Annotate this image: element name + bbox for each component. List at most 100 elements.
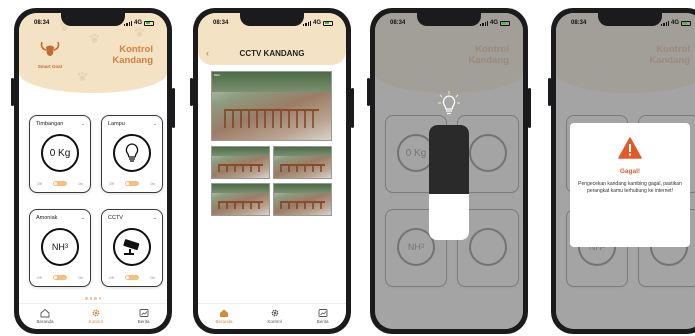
nav-berita[interactable]: Berita — [138, 308, 150, 324]
cctv-feed-main[interactable]: REC — [211, 71, 332, 141]
phone-error-screen: 08:34 4G Kontrol Kandang 0 Kg NH3 — [548, 8, 695, 334]
battery-icon — [500, 20, 510, 26]
news-icon — [318, 308, 328, 317]
power-toggle[interactable] — [124, 275, 139, 280]
phone-control-screen: 08:34 4G Smart Goat Kontrol Kandang Timb… — [11, 8, 175, 334]
on-label: On — [78, 275, 83, 280]
dialog-title: Gagal! — [619, 168, 641, 175]
paw-decor-icon — [134, 27, 145, 37]
on-label: On — [150, 275, 155, 280]
power-toggle[interactable] — [52, 181, 67, 186]
page-title-line1: Kontrol — [119, 44, 153, 55]
signal-icon — [124, 20, 132, 26]
screen: 08:34 4G ‹ CCTV KANDANG REC Beranda Kont… — [198, 13, 346, 329]
brightness-slider[interactable] — [429, 125, 469, 240]
card-lampu[interactable]: Lampu ⌄ Off On — [101, 115, 163, 193]
gear-icon — [92, 309, 100, 316]
dialog-message: Pengecekan kandang kambing gagal, pastik… — [578, 181, 682, 194]
cctv-camera-icon — [123, 239, 140, 255]
nav-beranda[interactable]: Beranda — [215, 308, 233, 324]
status-bar: 08:34 4G — [556, 18, 695, 28]
paw-decor-icon — [77, 71, 88, 81]
cctv-feed-thumb[interactable] — [273, 146, 332, 179]
nav-label: Beranda — [215, 318, 233, 324]
card-label: CCTV — [108, 215, 123, 221]
nav-label: Kontrol — [88, 318, 103, 324]
battery-icon — [323, 20, 333, 26]
card-label: Amoniak — [36, 215, 58, 221]
status-time: 08:34 — [390, 20, 406, 26]
signal-icon — [661, 20, 669, 26]
goat-logo-icon — [40, 41, 60, 56]
phone-lamp-slider-screen: 08:34 4G Kontrol Kandang 0 Kg NH3 — [367, 8, 531, 334]
battery-icon — [144, 20, 154, 26]
nav-kontrol[interactable]: Kontrol — [88, 308, 103, 324]
status-bar: 08:34 4G — [198, 18, 346, 28]
card-amoniak[interactable]: Amoniak ⌄ NH 3 Off On — [29, 209, 91, 287]
network-label: 4G — [312, 20, 321, 26]
logo-text: Smart Goat — [37, 64, 63, 69]
app-logo: Smart Goat — [33, 39, 67, 69]
chevron-down-icon[interactable]: ⌄ — [81, 121, 85, 127]
network-label: 4G — [133, 20, 142, 26]
screen: 08:34 4G Kontrol Kandang 0 Kg NH3 — [375, 13, 523, 329]
card-label: Timbangan — [36, 121, 64, 127]
page-title: Kontrol Kandang — [112, 44, 153, 66]
nav-beranda[interactable]: Beranda — [36, 308, 54, 324]
nav-label: Beranda — [36, 318, 54, 324]
ammonia-readout: NH3 — [41, 228, 79, 266]
card-cctv[interactable]: CCTV ⌄ Off On — [101, 209, 163, 287]
paw-decor-icon — [89, 33, 100, 43]
chevron-down-icon[interactable]: ⌄ — [153, 121, 157, 127]
cctv-feed-thumb[interactable] — [211, 183, 270, 216]
status-time: 08:34 — [213, 20, 229, 26]
nav-label: Kontrol — [267, 318, 282, 324]
weight-readout: 0 Kg — [41, 134, 79, 172]
bottom-nav: Beranda Kontrol Berita — [19, 303, 167, 329]
signal-icon — [303, 20, 311, 26]
home-icon — [40, 308, 50, 317]
page-title-line2: Kandang — [112, 55, 153, 66]
rec-label: REC — [214, 73, 221, 77]
cctv-feed-thumb[interactable] — [211, 146, 270, 179]
bottom-nav: Beranda Kontrol Berita — [198, 303, 346, 329]
warning-icon — [618, 137, 642, 159]
status-bar: 08:34 4G — [19, 18, 167, 28]
page-title: CCTV KANDANG — [239, 49, 305, 58]
on-label: On — [150, 181, 155, 186]
status-time: 08:34 — [571, 20, 587, 26]
lamp-dial — [113, 134, 151, 172]
network-label: 4G — [489, 20, 498, 26]
lightbulb-icon — [125, 143, 139, 162]
card-timbangan[interactable]: Timbangan ⌄ 0 Kg Off On — [29, 115, 91, 193]
status-time: 08:34 — [34, 20, 50, 26]
battery-icon — [681, 20, 691, 26]
chevron-down-icon[interactable]: ⌄ — [153, 215, 157, 221]
on-label: On — [78, 181, 83, 186]
nav-label: Berita — [137, 318, 150, 324]
power-toggle[interactable] — [52, 275, 67, 280]
nav-berita[interactable]: Berita — [317, 308, 329, 324]
gear-icon — [271, 309, 279, 316]
cctv-dial — [113, 228, 151, 266]
page-indicator — [19, 297, 167, 300]
chevron-down-icon[interactable]: ⌄ — [81, 215, 85, 221]
power-toggle[interactable] — [124, 181, 139, 186]
error-dialog: Gagal! Pengecekan kandang kambing gagal,… — [570, 123, 690, 247]
screen: 08:34 4G Kontrol Kandang 0 Kg NH3 — [556, 13, 695, 329]
cctv-feed-thumb[interactable] — [273, 183, 332, 216]
off-label: Off — [37, 181, 42, 186]
off-label: Off — [37, 275, 42, 280]
news-icon — [139, 308, 149, 317]
signal-icon — [480, 20, 488, 26]
home-icon — [219, 309, 228, 317]
off-label: Off — [109, 275, 114, 280]
nav-label: Berita — [316, 318, 329, 324]
off-label: Off — [109, 181, 114, 186]
screen: 08:34 4G Smart Goat Kontrol Kandang Timb… — [19, 13, 167, 329]
nav-kontrol[interactable]: Kontrol — [267, 308, 282, 324]
phone-cctv-screen: 08:34 4G ‹ CCTV KANDANG REC Beranda Kont… — [190, 8, 354, 334]
card-label: Lampu — [108, 121, 125, 127]
status-bar: 08:34 4G — [375, 18, 523, 28]
lightbulb-glow-icon — [438, 91, 460, 115]
